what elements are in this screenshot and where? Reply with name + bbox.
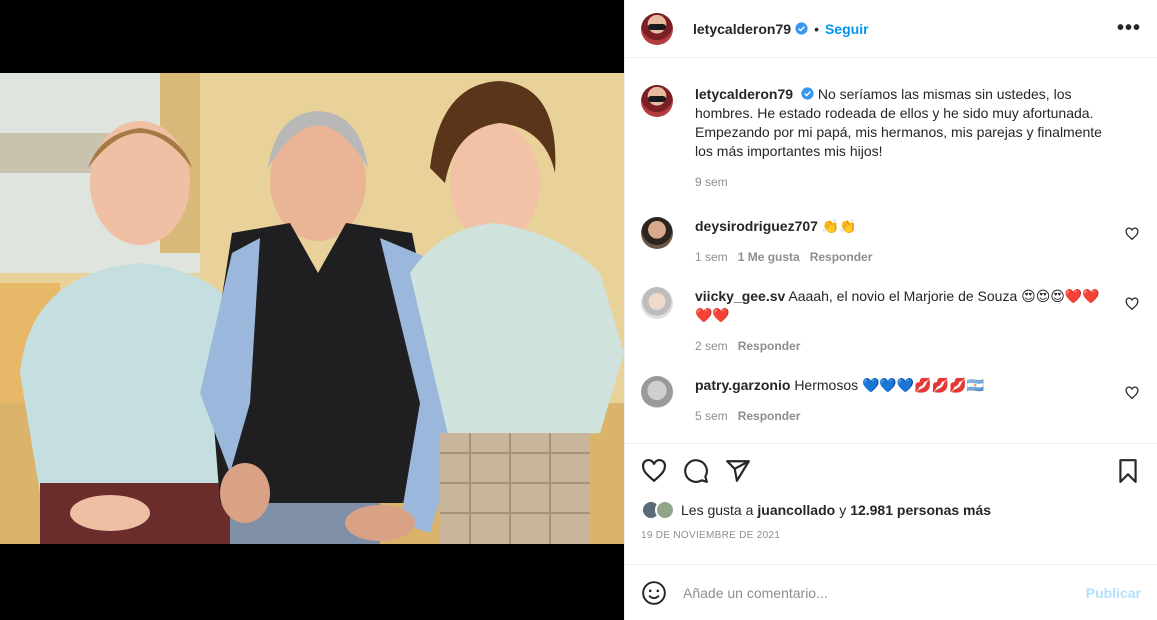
comment-time[interactable]: 1 sem bbox=[695, 248, 728, 267]
add-comment-bar: Publicar bbox=[625, 564, 1157, 620]
comment-time[interactable]: 2 sem bbox=[695, 337, 728, 356]
save-bookmark-icon[interactable] bbox=[1115, 458, 1141, 484]
reply-button[interactable]: Responder bbox=[738, 407, 801, 426]
likes-prefix: Les gusta a bbox=[681, 502, 754, 518]
likes-summary: Les gusta a juancollado y 12.981 persona… bbox=[641, 498, 1141, 522]
comment-bubble-icon[interactable] bbox=[683, 458, 709, 484]
separator-dot: • bbox=[814, 20, 819, 37]
verified-badge-icon bbox=[795, 22, 808, 35]
post-date[interactable]: 19 DE NOVIEMBRE DE 2021 bbox=[641, 530, 1141, 541]
emoji-smiley-icon[interactable] bbox=[641, 580, 667, 606]
comment-username[interactable]: deysirodriguez707 bbox=[695, 218, 818, 234]
share-send-icon[interactable] bbox=[725, 458, 751, 484]
verified-badge-icon bbox=[801, 87, 814, 100]
instagram-post-view: letycalderon79 • Seguir ••• letycalderon… bbox=[0, 0, 1157, 620]
publish-button[interactable]: Publicar bbox=[1086, 585, 1141, 601]
likes-user[interactable]: juancollado bbox=[757, 502, 835, 518]
like-heart-icon[interactable] bbox=[641, 458, 667, 484]
comments-list[interactable]: letycalderon79 No seríamos las mismas si… bbox=[625, 59, 1157, 442]
caption-username[interactable]: letycalderon79 bbox=[695, 86, 793, 102]
comment-username[interactable]: patry.garzonio bbox=[695, 377, 790, 393]
like-comment-heart-icon[interactable] bbox=[1125, 227, 1139, 241]
commenter-avatar[interactable] bbox=[641, 376, 673, 408]
post-photo[interactable] bbox=[0, 73, 624, 544]
author-avatar[interactable] bbox=[641, 12, 673, 45]
reply-button[interactable]: Responder bbox=[738, 337, 801, 356]
comment-likes[interactable]: 1 Me gusta bbox=[738, 248, 800, 267]
follow-button[interactable]: Seguir bbox=[825, 21, 869, 37]
commenter-avatar[interactable] bbox=[641, 287, 673, 319]
liker-avatar[interactable] bbox=[655, 500, 675, 520]
reply-button[interactable]: Responder bbox=[810, 248, 873, 267]
comment-username[interactable]: viicky_gee.sv bbox=[695, 288, 785, 304]
post-side-panel: letycalderon79 • Seguir ••• letycalderon… bbox=[624, 0, 1157, 620]
caption-time[interactable]: 9 sem bbox=[695, 173, 728, 192]
commenter-avatar[interactable] bbox=[641, 217, 673, 249]
comment-input[interactable] bbox=[683, 584, 1086, 601]
likes-count[interactable]: 12.981 personas más bbox=[850, 502, 991, 518]
like-comment-heart-icon[interactable] bbox=[1125, 386, 1139, 400]
caption-item: letycalderon79 No seríamos las mismas si… bbox=[641, 85, 1141, 192]
likes-conj: y bbox=[839, 502, 847, 518]
comment-item: deysirodriguez707 👏👏 1 sem 1 Me gusta Re… bbox=[641, 217, 1141, 267]
post-header: letycalderon79 • Seguir ••• bbox=[625, 0, 1157, 58]
post-actions: Les gusta a juancollado y 12.981 persona… bbox=[625, 443, 1157, 541]
media-panel bbox=[0, 0, 624, 620]
comment-item: patry.garzonio Hermosos 💙💙💙💋💋💋🇦🇷 5 sem R… bbox=[641, 376, 1141, 426]
comment-text: 👏👏 bbox=[821, 218, 857, 234]
comment-text: Hermosos 💙💙💙💋💋💋🇦🇷 bbox=[794, 377, 985, 393]
author-avatar[interactable] bbox=[641, 85, 673, 117]
more-options-icon[interactable]: ••• bbox=[1117, 17, 1141, 40]
comment-item: viicky_gee.sv Aaaah, el novio el Marjori… bbox=[641, 287, 1141, 356]
author-username[interactable]: letycalderon79 bbox=[693, 21, 791, 37]
comment-time[interactable]: 5 sem bbox=[695, 407, 728, 426]
like-comment-heart-icon[interactable] bbox=[1125, 297, 1139, 311]
